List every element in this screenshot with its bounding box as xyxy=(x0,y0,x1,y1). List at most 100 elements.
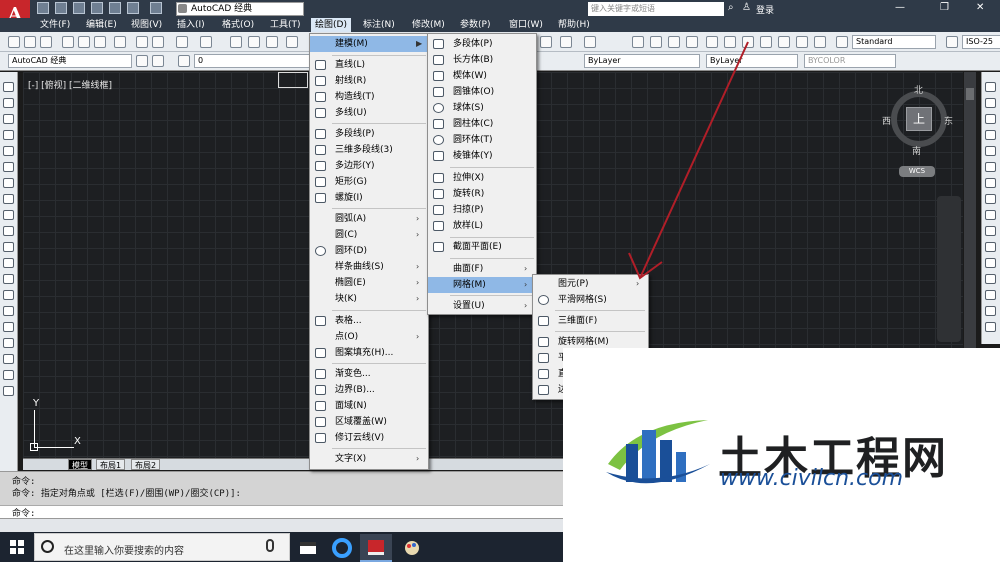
menu-file[interactable]: 文件(F) xyxy=(40,18,70,32)
revcloud-tool-icon[interactable] xyxy=(3,194,14,204)
toolbar-new-icon[interactable] xyxy=(8,36,20,48)
text-style-select[interactable]: Standard xyxy=(852,35,936,49)
modeling-pyramid[interactable]: 棱锥体(Y) xyxy=(428,148,536,164)
save-as-icon[interactable] xyxy=(91,2,103,14)
point-tool-icon[interactable] xyxy=(3,290,14,300)
workspace-customize-icon[interactable] xyxy=(152,55,164,67)
viewcube-south[interactable]: 南 xyxy=(912,144,921,157)
open-file-icon[interactable] xyxy=(55,2,67,14)
polyline-tool-icon[interactable] xyxy=(3,114,14,124)
offset-tool-icon[interactable] xyxy=(985,130,996,140)
region-tool-icon[interactable] xyxy=(3,338,14,348)
table-tool-icon[interactable] xyxy=(3,354,14,364)
modeling-box[interactable]: 长方体(B) xyxy=(428,52,536,68)
toolbar-palette-icon[interactable] xyxy=(742,36,754,48)
draw-menu-pline[interactable]: 多段线(P) xyxy=(310,126,428,142)
undo-icon[interactable] xyxy=(127,2,139,14)
save-icon[interactable] xyxy=(73,2,85,14)
draw-menu-spline[interactable]: 样条曲线(S) › xyxy=(310,259,428,275)
plotstyle-select[interactable]: BYCOLOR xyxy=(804,54,896,68)
toolbar-preview-icon[interactable] xyxy=(78,36,90,48)
draw-menu-modeling[interactable]: 建模(M) ▶ xyxy=(310,36,428,52)
toolbar-redo-icon[interactable] xyxy=(200,36,212,48)
explode-tool-icon[interactable] xyxy=(985,322,996,332)
chamfer-tool-icon[interactable] xyxy=(985,290,996,300)
toolbar-undo2-icon[interactable] xyxy=(560,36,572,48)
scale-tool-icon[interactable] xyxy=(985,194,996,204)
ellipse-arc-tool-icon[interactable] xyxy=(3,242,14,252)
tab-layout2[interactable]: 布局2 xyxy=(131,459,161,470)
search-icon[interactable]: ⌕ xyxy=(728,2,734,13)
modeling-settings[interactable]: 设置(U) › xyxy=(428,298,536,314)
toolbar-open-icon[interactable] xyxy=(24,36,36,48)
modeling-cylinder[interactable]: 圆柱体(C) xyxy=(428,116,536,132)
modeling-revolve[interactable]: 旋转(R) xyxy=(428,186,536,202)
layer-properties-icon[interactable] xyxy=(178,55,190,67)
draw-menu-revcloud[interactable]: 修订云线(V) xyxy=(310,430,428,446)
tab-model[interactable]: 模型 xyxy=(68,459,92,470)
viewcube-north[interactable]: 北 xyxy=(914,83,923,96)
hatch-tool-icon[interactable] xyxy=(3,306,14,316)
menu-edit[interactable]: 编辑(E) xyxy=(86,18,117,32)
modeling-torus[interactable]: 圆环体(T) xyxy=(428,132,536,148)
draw-menu-arc[interactable]: 圆弧(A) › xyxy=(310,211,428,227)
toolbar-copy-icon[interactable] xyxy=(152,36,164,48)
menu-draw[interactable]: 绘图(D) xyxy=(311,18,351,32)
draw-menu-xline[interactable]: 构造线(T) xyxy=(310,89,428,105)
polygon-tool-icon[interactable] xyxy=(3,130,14,140)
add-selected-tool-icon[interactable] xyxy=(3,386,14,396)
insert-block-tool-icon[interactable] xyxy=(3,258,14,268)
menu-window[interactable]: 窗口(W) xyxy=(509,18,543,32)
draw-menu-boundary[interactable]: 边界(B)... xyxy=(310,382,428,398)
menu-insert[interactable]: 插入(I) xyxy=(177,18,205,32)
new-file-icon[interactable] xyxy=(37,2,49,14)
toolbar-zoom-window-icon[interactable] xyxy=(668,36,680,48)
toolbar-redo2-icon[interactable] xyxy=(584,36,596,48)
viewcube-west[interactable]: 西 xyxy=(882,114,891,127)
draw-menu-donut[interactable]: 圆环(D) xyxy=(310,243,428,259)
layer-select[interactable]: 0 xyxy=(194,54,310,68)
xline-tool-icon[interactable] xyxy=(3,98,14,108)
draw-menu-ray[interactable]: 射线(R) xyxy=(310,73,428,89)
fillet-tool-icon[interactable] xyxy=(985,306,996,316)
move-tool-icon[interactable] xyxy=(985,162,996,172)
draw-menu-polygon[interactable]: 多边形(Y) xyxy=(310,158,428,174)
line-tool-icon[interactable] xyxy=(3,82,14,92)
wcs-menu-button[interactable]: WCS xyxy=(899,166,935,177)
extend-tool-icon[interactable] xyxy=(985,242,996,252)
draw-menu-ellipse[interactable]: 椭圆(E) › xyxy=(310,275,428,291)
toolbar-properties-icon[interactable] xyxy=(266,36,278,48)
viewcube-east[interactable]: 东 xyxy=(944,114,953,127)
modeling-mesh[interactable]: 网格(M) › xyxy=(428,277,536,293)
draw-menu-region[interactable]: 面域(N) xyxy=(310,398,428,414)
copy-tool-icon[interactable] xyxy=(985,98,996,108)
paint-app-icon[interactable] xyxy=(396,534,428,562)
toolbar-matchprop-icon[interactable] xyxy=(540,36,552,48)
toolbar-props-icon[interactable] xyxy=(706,36,718,48)
modeling-surface[interactable]: 曲面(F) › xyxy=(428,261,536,277)
stretch-tool-icon[interactable] xyxy=(985,210,996,220)
mesh-smooth[interactable]: 平滑网格(S) xyxy=(533,292,648,308)
menu-parametric[interactable]: 参数(P) xyxy=(460,18,490,32)
rectangle-tool-icon[interactable] xyxy=(3,146,14,156)
modeling-loft[interactable]: 放样(L) xyxy=(428,218,536,234)
toolbar-publish-icon[interactable] xyxy=(94,36,106,48)
minimize-icon[interactable]: — xyxy=(895,2,905,13)
autocad-taskbar-icon[interactable] xyxy=(360,534,392,562)
toolbar-save-icon[interactable] xyxy=(40,36,52,48)
erase-tool-icon[interactable] xyxy=(985,82,996,92)
print-icon[interactable] xyxy=(109,2,121,14)
menu-tools[interactable]: 工具(T) xyxy=(270,18,301,32)
rotate-tool-icon[interactable] xyxy=(985,178,996,188)
toolbar-zoom-realtime-icon[interactable] xyxy=(650,36,662,48)
toolbar-designcenter-icon[interactable] xyxy=(286,36,298,48)
restore-icon[interactable]: ❐ xyxy=(940,2,949,13)
modeling-sphere[interactable]: 球体(S) xyxy=(428,100,536,116)
workspace-select[interactable]: AutoCAD 经典 xyxy=(176,2,304,16)
modeling-sweep[interactable]: 扫掠(P) xyxy=(428,202,536,218)
draw-menu-table[interactable]: 表格... xyxy=(310,313,428,329)
draw-menu-helix[interactable]: 螺旋(I) xyxy=(310,190,428,206)
workspace-toolbar-select[interactable]: AutoCAD 经典 xyxy=(8,54,132,68)
toolbar-3d-print-icon[interactable] xyxy=(114,36,126,48)
keyword-search-input[interactable]: 键入关键字或短语 xyxy=(588,2,724,16)
